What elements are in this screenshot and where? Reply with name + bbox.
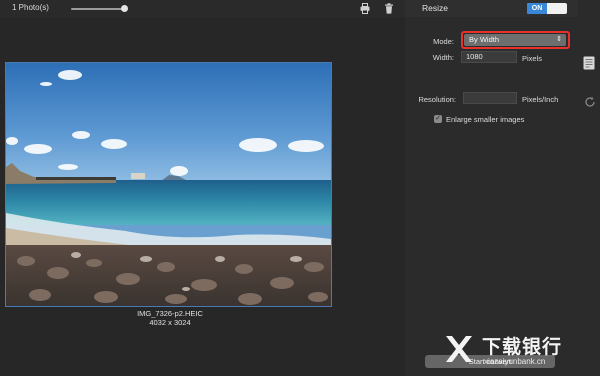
photo-browser-pane: 1 Photo(s) IMG_7326-p2.HEIC 4032 x 3024 (0, 0, 405, 376)
photo-file-name: IMG_7326-p2.HEIC (137, 309, 203, 318)
resize-panel-header: Resize ON (405, 0, 578, 17)
chevron-updown-icon: ⇕ (556, 36, 562, 43)
thumbnail-size-slider-knob[interactable] (121, 5, 128, 12)
watermark-text: 下载银行 (482, 336, 563, 358)
trash-icon[interactable] (384, 3, 394, 14)
width-input[interactable]: 1080 (461, 51, 517, 63)
mode-select[interactable]: By Width ⇕ (464, 34, 566, 46)
photo-thumbnail[interactable] (5, 62, 332, 307)
enlarge-checkbox-label: Enlarge smaller images (446, 115, 525, 124)
width-label: Width: (432, 53, 454, 62)
mode-label: Mode: (433, 37, 454, 46)
refresh-icon[interactable] (584, 96, 596, 108)
settings-doc-icon[interactable] (583, 56, 595, 70)
printer-icon[interactable] (360, 3, 370, 14)
resize-settings-pane: Resize ON Mode: By Width ⇕ Width: 1080 P… (405, 0, 578, 376)
resolution-unit-label: Pixels/Inch (522, 95, 559, 104)
resize-toggle[interactable]: ON (527, 3, 567, 14)
enlarge-checkbox[interactable]: ✓ (434, 115, 442, 123)
resize-toggle-label: ON (527, 3, 547, 14)
resize-panel-title: Resize (422, 3, 448, 13)
resolution-input[interactable] (463, 92, 517, 104)
mode-select-value: By Width (469, 35, 500, 44)
photo-toolbar: 1 Photo(s) (0, 0, 405, 17)
beach-photo-image (6, 63, 331, 306)
photo-count: 1 Photo(s) (12, 3, 49, 12)
watermark-url: xiazaiyunbank.cn (484, 357, 546, 366)
width-unit-label: Pixels (522, 54, 543, 63)
site-watermark: 下载银行 xiazaiyunbank.cn (440, 330, 590, 370)
resolution-label: Resolution: (418, 95, 456, 104)
watermark-logo-icon (446, 336, 472, 362)
photo-dimensions: 4032 x 3024 (149, 318, 191, 327)
thumbnail-size-slider[interactable] (71, 8, 125, 10)
